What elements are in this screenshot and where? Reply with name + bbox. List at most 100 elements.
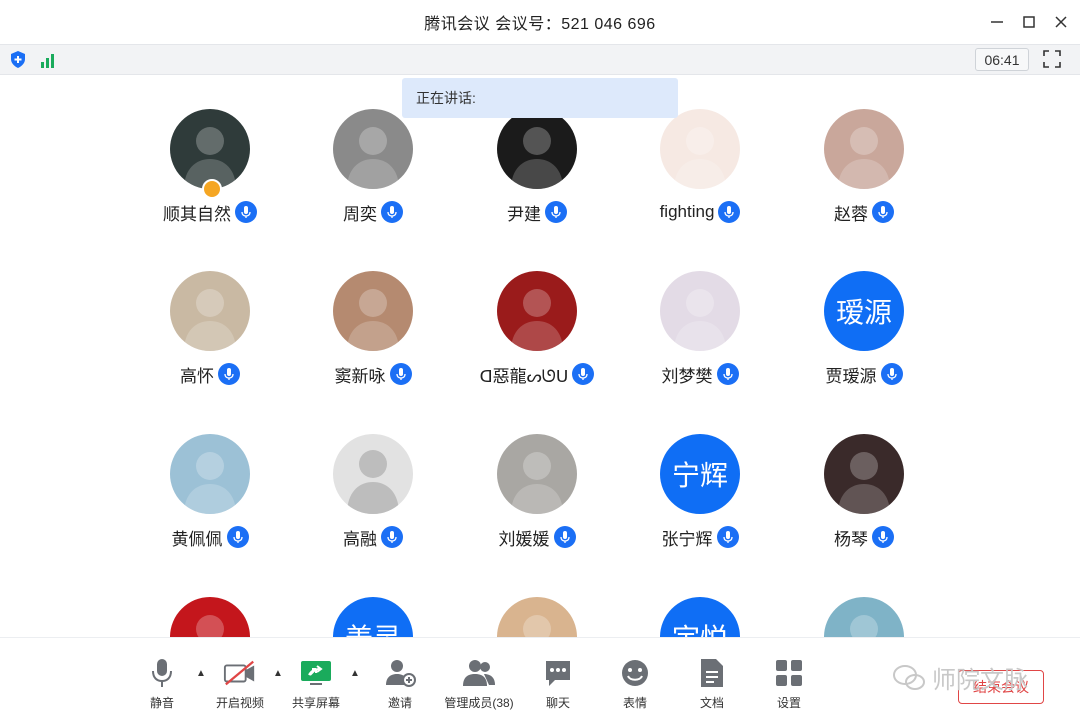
participant-name-row: 周奕 bbox=[293, 199, 453, 225]
document-icon bbox=[695, 656, 729, 690]
maximize-icon[interactable] bbox=[1012, 0, 1046, 44]
participant-tile[interactable]: 顺其自然 bbox=[130, 109, 290, 259]
speaking-label: 正在讲话: bbox=[416, 90, 476, 106]
participant-avatar: 瑷源 bbox=[824, 271, 904, 351]
participant-tile[interactable]: 刘媛媛 bbox=[457, 434, 617, 584]
microphone-status-icon bbox=[389, 363, 412, 385]
mute-label: 静音 bbox=[149, 696, 174, 710]
wechat-icon bbox=[893, 664, 925, 690]
start-video-button[interactable]: 开启视频 bbox=[212, 638, 268, 719]
photo-avatar-icon bbox=[184, 127, 236, 189]
microphone-status-icon bbox=[545, 201, 567, 223]
participant-name: 高融 bbox=[343, 529, 377, 549]
participant-tile[interactable]: 刘梦樊 bbox=[620, 271, 780, 421]
mute-button[interactable]: 静音 bbox=[142, 638, 182, 719]
participant-avatar bbox=[497, 109, 577, 189]
share-options-caret-icon[interactable]: ▲ bbox=[350, 668, 360, 679]
participant-tile[interactable]: 尹建 bbox=[457, 109, 617, 259]
window-title: 腾讯会议 会议号：521 046 696 bbox=[424, 16, 656, 33]
participant-tile[interactable] bbox=[130, 597, 290, 637]
participant-grid: 顺其自然 周奕 尹建 fighting 赵蓉高怀 窦新咏 ᗡ惡龍ᔕᘎᑌ 刘梦樊 瑷源贾瑷源黄佩佩… bbox=[0, 74, 1080, 637]
signal-icon[interactable] bbox=[40, 51, 58, 68]
microphone-status-icon bbox=[872, 201, 894, 223]
participant-tile[interactable]: 宇悦 bbox=[620, 597, 780, 637]
shield-icon[interactable] bbox=[10, 51, 26, 68]
participant-avatar bbox=[333, 434, 413, 514]
host-badge-icon bbox=[202, 179, 222, 199]
invite-button[interactable]: 邀请 bbox=[380, 638, 420, 719]
video-off-icon bbox=[223, 656, 257, 690]
minimize-icon[interactable] bbox=[980, 0, 1014, 44]
participant-tile[interactable]: ᗡ惡龍ᔕᘎᑌ bbox=[457, 271, 617, 421]
photo-avatar-icon bbox=[674, 289, 726, 351]
participant-tile[interactable]: 黄佩佩 bbox=[130, 434, 290, 584]
participant-tile[interactable] bbox=[784, 597, 944, 637]
participant-tile[interactable]: 宁辉 张宁辉 bbox=[620, 434, 780, 584]
microphone-status-icon bbox=[718, 201, 741, 223]
meeting-timer: 06:41 bbox=[975, 48, 1029, 71]
participant-avatar bbox=[497, 271, 577, 351]
settings-button[interactable]: 设置 bbox=[769, 638, 809, 719]
participant-tile[interactable] bbox=[457, 597, 617, 637]
photo-avatar-icon bbox=[523, 615, 551, 637]
participant-avatar bbox=[497, 434, 577, 514]
participant-avatar bbox=[824, 434, 904, 514]
photo-avatar-icon bbox=[674, 127, 726, 189]
participant-name-row: 黄佩佩 bbox=[130, 524, 290, 550]
microphone-status-icon bbox=[381, 526, 403, 548]
speaking-indicator: 正在讲话: bbox=[402, 78, 678, 118]
share-screen-button[interactable]: 共享屏幕 bbox=[288, 638, 344, 719]
participant-name-row: 张宁辉 bbox=[620, 524, 780, 550]
emoji-button[interactable]: 表情 bbox=[615, 638, 655, 719]
mute-options-caret-icon[interactable]: ▲ bbox=[196, 668, 206, 679]
participant-avatar bbox=[497, 597, 577, 637]
participant-name: 尹建 bbox=[507, 204, 541, 224]
participant-tile[interactable]: 瑷源 贾瑷源 bbox=[784, 271, 944, 421]
participant-name: 高怀 bbox=[180, 366, 214, 386]
chat-button[interactable]: 聊天 bbox=[538, 638, 578, 719]
close-icon[interactable] bbox=[1044, 0, 1078, 44]
participant-name-row: 杨琴 bbox=[784, 524, 944, 550]
participant-tile[interactable]: 赵蓉 bbox=[784, 109, 944, 259]
participant-tile[interactable]: 高怀 bbox=[130, 271, 290, 421]
participant-tile[interactable]: 窦新咏 bbox=[293, 271, 453, 421]
settings-icon bbox=[772, 656, 806, 690]
participant-name-row: 贾瑷源 bbox=[784, 361, 944, 387]
participant-avatar bbox=[333, 109, 413, 189]
participant-avatar bbox=[170, 271, 250, 351]
microphone-status-icon bbox=[381, 201, 403, 223]
docs-button[interactable]: 文档 bbox=[692, 638, 732, 719]
participant-tile[interactable]: 杨琴 bbox=[784, 434, 944, 584]
microphone-status-icon bbox=[872, 526, 894, 548]
participant-tile[interactable]: 周奕 bbox=[293, 109, 453, 259]
participant-avatar bbox=[170, 109, 250, 189]
photo-avatar-icon bbox=[184, 452, 236, 514]
manage-members-button[interactable]: 管理成员(38) bbox=[438, 638, 520, 719]
docs-label: 文档 bbox=[699, 696, 724, 710]
chat-icon bbox=[541, 656, 575, 690]
participant-name: 黄佩佩 bbox=[171, 529, 223, 549]
participant-avatar bbox=[660, 271, 740, 351]
microphone-status-icon bbox=[553, 526, 576, 548]
participant-tile[interactable]: 姜灵 bbox=[293, 597, 453, 637]
photo-avatar-icon bbox=[196, 615, 224, 637]
fullscreen-icon[interactable] bbox=[1043, 50, 1061, 68]
settings-label: 设置 bbox=[776, 696, 801, 710]
video-options-caret-icon[interactable]: ▲ bbox=[273, 668, 283, 679]
photo-avatar-icon bbox=[184, 289, 236, 351]
manage-members-label: 管理成员(38) bbox=[444, 696, 514, 710]
microphone-status-icon bbox=[218, 363, 240, 385]
participant-avatar bbox=[333, 271, 413, 351]
photo-avatar-icon bbox=[838, 452, 890, 514]
participant-tile[interactable]: fighting bbox=[620, 109, 780, 259]
start-video-label: 开启视频 bbox=[215, 696, 264, 710]
participant-name-row: 刘媛媛 bbox=[457, 524, 617, 550]
microphone-status-icon bbox=[716, 363, 739, 385]
participant-tile[interactable]: 高融 bbox=[293, 434, 453, 584]
invite-icon bbox=[383, 656, 417, 690]
share-screen-icon bbox=[299, 656, 333, 690]
participant-name: 顺其自然 bbox=[163, 204, 231, 224]
participant-avatar bbox=[824, 597, 904, 637]
participant-name-row: 尹建 bbox=[457, 199, 617, 225]
participant-avatar bbox=[170, 597, 250, 637]
